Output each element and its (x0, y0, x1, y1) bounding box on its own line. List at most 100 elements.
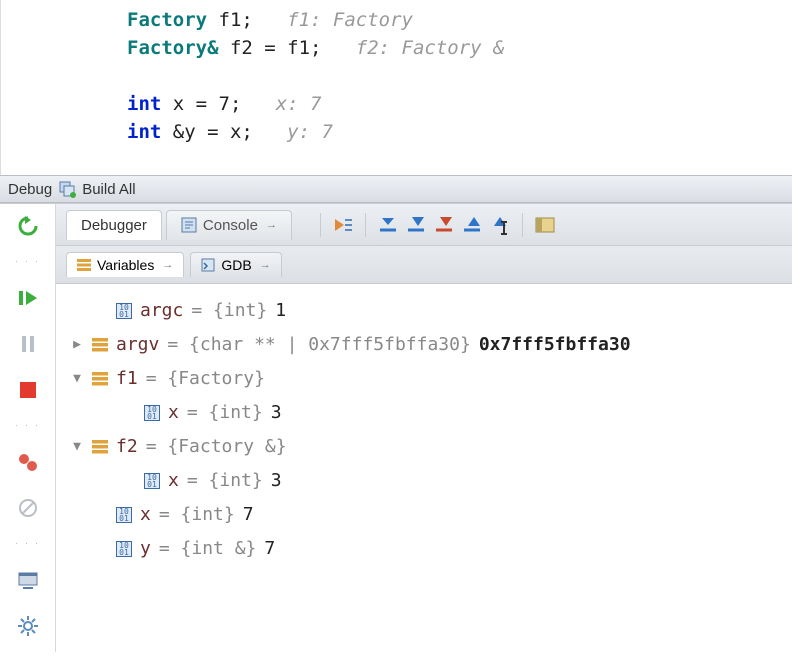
variable-row-argv[interactable]: ▶ argv = {char ** | 0x7fff5fbffa30} 0x7f… (64, 328, 784, 362)
token-type: Factory (127, 9, 207, 31)
token-keyword: int (127, 93, 161, 115)
subtab-label: GDB (221, 257, 251, 273)
collapse-arrow-icon[interactable]: ▼ (70, 430, 84, 464)
token-type: Factory& (127, 37, 219, 59)
variable-type: {Factory &} (167, 436, 286, 457)
settings-icon[interactable] (16, 614, 40, 638)
build-all-label[interactable]: Build All (82, 181, 135, 198)
gdb-icon (201, 258, 215, 272)
subtab-label: Variables (97, 257, 154, 273)
variable-name: y (140, 532, 151, 566)
variables-icon (77, 258, 91, 272)
stop-icon[interactable] (16, 378, 40, 402)
step-out-icon[interactable] (460, 213, 484, 237)
chevron-right-icon: → (266, 219, 277, 231)
variable-row-f1-x[interactable]: 1001 x = {int} 3 (64, 396, 784, 430)
primitive-icon: 1001 (116, 541, 132, 557)
token-hint: x: 7 (276, 93, 322, 115)
variable-row-f1[interactable]: ▼ f1 = {Factory} (64, 362, 784, 396)
left-tool-strip: · · · · · · · · · (0, 204, 56, 652)
object-icon (92, 371, 108, 387)
primitive-icon: 1001 (144, 405, 160, 421)
variable-value: 3 (271, 396, 282, 430)
show-execution-point-icon[interactable] (331, 213, 355, 237)
code-line (127, 62, 792, 90)
code-line: int &y = x; y: 7 (127, 118, 792, 146)
code-editor[interactable]: Factory f1; f1: Factory Factory& f2 = f1… (0, 0, 792, 175)
object-icon (92, 439, 108, 455)
variable-name: argc (140, 294, 183, 328)
primitive-icon: 1001 (144, 473, 160, 489)
variable-name: x (168, 396, 179, 430)
variable-type: {char ** | 0x7fff5fbffa30} (189, 334, 471, 355)
breakpoints-icon[interactable] (16, 450, 40, 474)
variable-value: 1 (275, 294, 286, 328)
force-step-into-icon[interactable] (432, 213, 456, 237)
token-hint: f2: Factory & (356, 37, 505, 59)
variable-row-argc[interactable]: 1001 argc = {int} 1 (64, 294, 784, 328)
chevron-right-icon: → (260, 259, 271, 271)
token-text: x = 7; (161, 93, 275, 115)
variable-name: x (168, 464, 179, 498)
variable-value: 3 (271, 464, 282, 498)
separator-dots: · · · (15, 424, 41, 428)
token-text: f2 = f1; (219, 37, 356, 59)
variable-row-f2-x[interactable]: 1001 x = {int} 3 (64, 464, 784, 498)
variable-type: {int} (209, 470, 263, 491)
separator-dots: · · · (15, 260, 41, 264)
variable-row-x[interactable]: 1001 x = {int} 7 (64, 498, 784, 532)
build-all-icon[interactable] (58, 180, 76, 198)
tab-console[interactable]: Console → (166, 210, 292, 240)
primitive-icon: 1001 (116, 507, 132, 523)
step-over-icon[interactable] (376, 213, 400, 237)
tab-label: Console (203, 217, 258, 234)
debugger-subtabbar: Variables → GDB → (56, 246, 792, 284)
console-icon (181, 217, 197, 233)
variable-name: f2 (116, 430, 138, 464)
mute-breakpoints-icon[interactable] (16, 496, 40, 520)
token-text: &y = x; (161, 121, 287, 143)
evaluate-expression-icon[interactable] (533, 213, 557, 237)
variable-row-y[interactable]: 1001 y = {int &} 7 (64, 532, 784, 566)
variable-value: 0x7fff5fbffa30 (479, 328, 631, 362)
code-line: Factory f1; f1: Factory (127, 6, 792, 34)
variables-tree[interactable]: 1001 argc = {int} 1 ▶ argv = {char ** | … (56, 284, 792, 576)
token-keyword: int (127, 121, 161, 143)
debugger-tabbar: Debugger Console → (56, 204, 792, 246)
code-line: int x = 7; x: 7 (127, 90, 792, 118)
subtab-gdb[interactable]: GDB → (190, 252, 281, 277)
variable-type: {int} (209, 402, 263, 423)
variable-name: x (140, 498, 151, 532)
variable-type: {Factory} (167, 368, 265, 389)
tab-label: Debugger (81, 217, 147, 234)
step-into-icon[interactable] (404, 213, 428, 237)
token-text: f1; (207, 9, 287, 31)
tab-debugger[interactable]: Debugger (66, 210, 162, 240)
top-toolbar: Debug Build All (0, 175, 792, 203)
object-icon (92, 337, 108, 353)
token-hint: y: 7 (287, 121, 333, 143)
debug-label: Debug (8, 181, 52, 198)
expand-arrow-icon[interactable]: ▶ (70, 328, 84, 362)
variable-name: argv (116, 328, 159, 362)
subtab-variables[interactable]: Variables → (66, 252, 184, 277)
variable-value: 7 (243, 498, 254, 532)
variable-row-f2[interactable]: ▼ f2 = {Factory &} (64, 430, 784, 464)
chevron-right-icon: → (162, 259, 173, 271)
variable-type: {int} (181, 504, 235, 525)
rerun-icon[interactable] (16, 214, 40, 238)
resume-icon[interactable] (16, 286, 40, 310)
variable-name: f1 (116, 362, 138, 396)
collapse-arrow-icon[interactable]: ▼ (70, 362, 84, 396)
separator-dots: · · · (15, 542, 41, 546)
layout-icon[interactable] (16, 568, 40, 592)
debugger-panel: · · · · · · · · · Debugger (0, 203, 792, 652)
variable-type: {int &} (181, 538, 257, 559)
variable-type: {int} (213, 300, 267, 321)
code-line: Factory& f2 = f1; f2: Factory & (127, 34, 792, 62)
primitive-icon: 1001 (116, 303, 132, 319)
pause-icon[interactable] (16, 332, 40, 356)
token-hint: f1: Factory (287, 9, 413, 31)
variable-value: 7 (264, 532, 275, 566)
run-to-cursor-icon[interactable] (488, 213, 512, 237)
